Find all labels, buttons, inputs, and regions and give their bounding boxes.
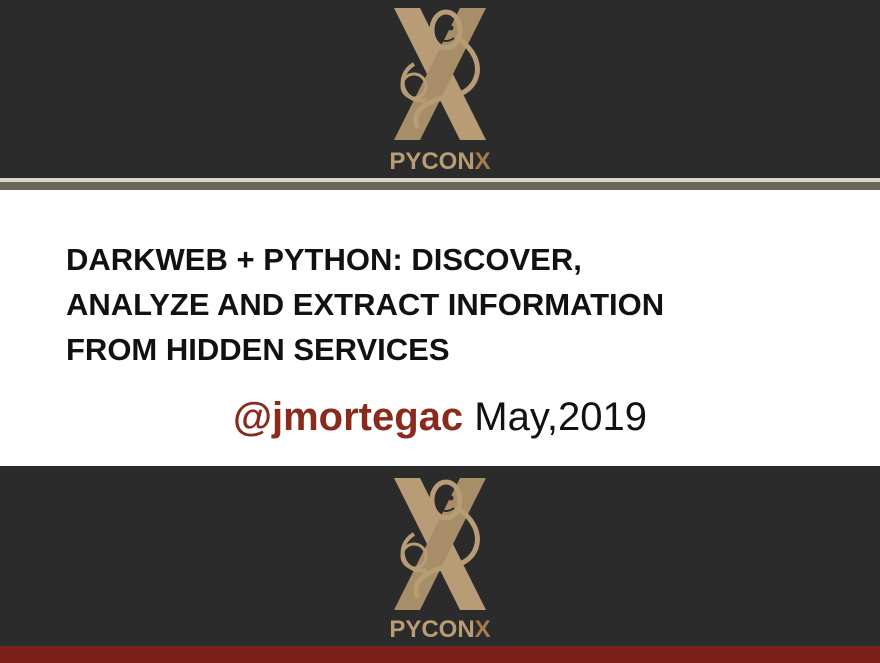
- slide-title: DARKWEB + PYTHON: DISCOVER, ANALYZE AND …: [66, 237, 826, 372]
- pyconx-logo-bottom: PYCONX: [380, 470, 500, 648]
- presentation-date: May,2019: [474, 395, 647, 439]
- pyconx-wordmark: PYCONX: [380, 616, 500, 644]
- title-line-1: DARKWEB + PYTHON: DISCOVER,: [66, 242, 582, 277]
- top-banner: PYCONX: [0, 0, 880, 178]
- bottom-banner: PYCONX: [0, 466, 880, 646]
- bottom-accent-strip: [0, 646, 880, 663]
- wordmark-x: X: [474, 616, 491, 643]
- pyconx-snake-x-icon: [394, 478, 486, 610]
- wordmark-pycon: PYCON: [389, 616, 475, 643]
- pyconx-logo-top: PYCONX: [380, 0, 500, 178]
- pyconx-snake-x-icon: [394, 8, 486, 140]
- author-byline: @jmortegac May,2019: [0, 392, 880, 442]
- wordmark-x: X: [474, 148, 491, 175]
- title-line-3: FROM HIDDEN SERVICES: [66, 332, 450, 367]
- divider-dark: [0, 182, 880, 190]
- author-handle: @jmortegac: [232, 395, 464, 439]
- wordmark-pycon: PYCON: [389, 148, 475, 175]
- pyconx-wordmark: PYCONX: [380, 148, 500, 176]
- title-line-2: ANALYZE AND EXTRACT INFORMATION: [66, 287, 665, 322]
